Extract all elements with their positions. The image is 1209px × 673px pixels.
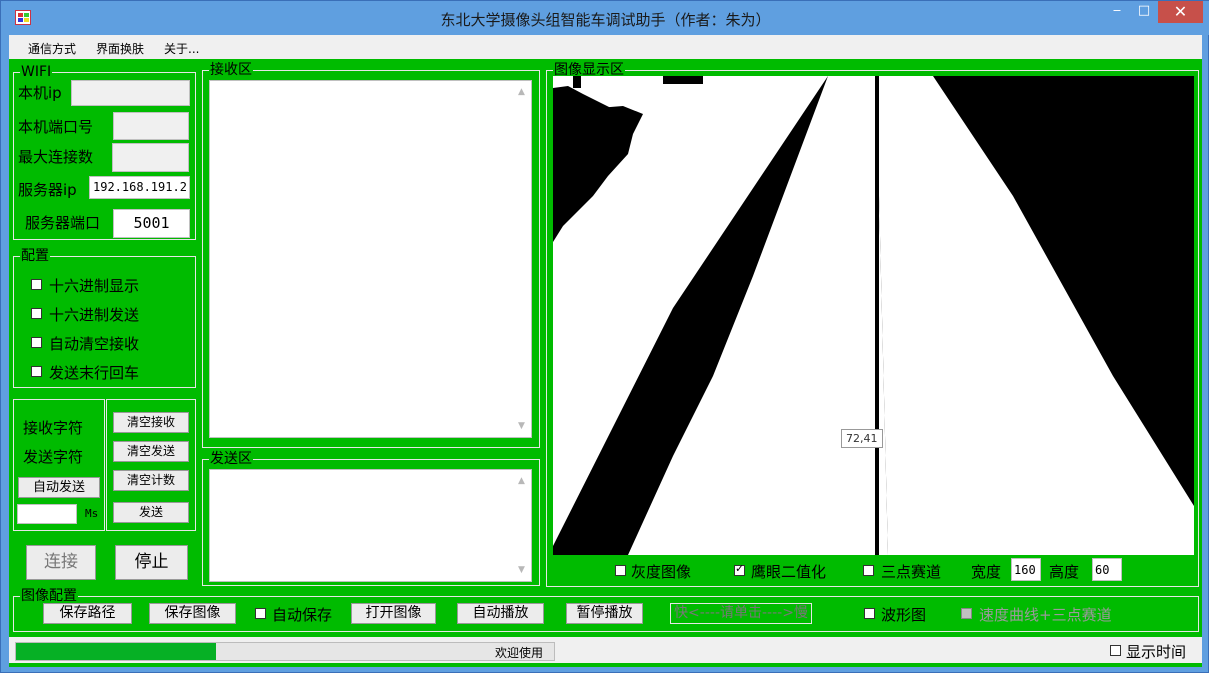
client-area: 通信方式 界面换肤 关于... WIFI 本机ip 本机端口号 最大连接数 服务… [9, 35, 1202, 667]
image-config-title: 图像配置 [20, 588, 78, 604]
connect-button[interactable]: 连接 [26, 545, 96, 580]
eagle-binarize-label: 鹰眼二值化 [751, 563, 827, 581]
stop-button[interactable]: 停止 [115, 545, 188, 580]
speed-control-button[interactable]: 快<----请单击---->慢 [670, 603, 812, 624]
scroll-down-arrow-icon[interactable]: ▼ [518, 565, 525, 575]
local-port-label: 本机端口号 [18, 118, 94, 136]
show-time-label: 显示时间 [1126, 643, 1187, 661]
clear-count-button[interactable]: 清空计数 [113, 470, 189, 491]
width-label: 宽度 [971, 563, 1002, 581]
status-bar: 欢迎使用 显示时间 [9, 637, 1202, 663]
server-port-input[interactable]: 5001 [113, 209, 190, 238]
title-bar[interactable]: 东北大学摄像头组智能车调试助手（作者：朱为） ‒ □ ✕ [1, 1, 1209, 35]
auto-play-button[interactable]: 自动播放 [457, 603, 544, 624]
config-group-title: 配置 [20, 248, 50, 264]
three-point-track-checkbox[interactable] [863, 565, 874, 576]
width-input[interactable]: 160 [1011, 558, 1041, 581]
track-image-svg [553, 76, 1194, 555]
height-label: 高度 [1049, 563, 1080, 581]
send-scrollbar[interactable]: ▲ ▼ [514, 470, 531, 581]
save-image-button[interactable]: 保存图像 [149, 603, 236, 624]
auto-save-checkbox[interactable] [255, 608, 266, 619]
scroll-up-arrow-icon[interactable]: ▲ [518, 87, 525, 97]
image-display-title: 图像显示区 [553, 62, 625, 78]
counter-buttons-group: 清空接收 清空发送 清空计数 发送 [106, 399, 196, 531]
main-window: 东北大学摄像头组智能车调试助手（作者：朱为） ‒ □ ✕ 通信方式 界面换肤 关… [0, 0, 1209, 673]
hex-send-checkbox[interactable] [31, 308, 42, 319]
send-button[interactable]: 发送 [113, 502, 189, 523]
send-group: 发送区 ▲ ▼ [202, 452, 540, 586]
interval-unit: Ms [85, 507, 99, 520]
cursor-coordinate-tooltip: 72,41 [841, 429, 883, 448]
send-cr-checkbox[interactable] [31, 366, 42, 377]
wifi-group: WIFI 本机ip 本机端口号 最大连接数 服务器ip 192.168.191.… [13, 65, 196, 240]
recv-count-label: 接收字符 [23, 419, 84, 437]
auto-send-button[interactable]: 自动发送 [18, 477, 100, 498]
speed-curve-label: 速度曲线+三点赛道 [979, 606, 1112, 624]
server-ip-input[interactable]: 192.168.191.2 [89, 176, 190, 199]
image-config-group: 图像配置 保存路径 保存图像 自动保存 打开图像 自动播放 暂停播放 快<---… [13, 589, 1199, 632]
hex-display-label: 十六进制显示 [49, 277, 140, 295]
progress-bar [16, 643, 216, 660]
send-group-title: 发送区 [209, 451, 253, 467]
auto-save-label: 自动保存 [272, 606, 333, 624]
config-group: 配置 十六进制显示 十六进制发送 自动清空接收 发送末行回车 [13, 249, 196, 388]
eagle-binarize-checkbox[interactable] [734, 562, 745, 576]
menu-communication[interactable]: 通信方式 [28, 40, 76, 57]
window-title: 东北大学摄像头组智能车调试助手（作者：朱为） [440, 11, 771, 29]
menu-about[interactable]: 关于... [164, 40, 199, 57]
send-cr-label: 发送末行回车 [49, 364, 140, 382]
send-count-label: 发送字符 [23, 448, 84, 466]
server-ip-label: 服务器ip [18, 181, 77, 199]
waveform-label: 波形图 [881, 606, 927, 624]
receive-textarea[interactable]: ▲ ▼ [209, 80, 532, 438]
clear-recv-button[interactable]: 清空接收 [113, 412, 189, 433]
menu-skin[interactable]: 界面换肤 [96, 40, 144, 57]
gray-image-checkbox[interactable] [615, 565, 626, 576]
counter-group: 接收字符 发送字符 自动发送 Ms [13, 399, 105, 531]
hex-display-checkbox[interactable] [31, 279, 42, 290]
local-ip-input[interactable] [71, 80, 190, 106]
waveform-checkbox[interactable] [864, 608, 875, 619]
max-conn-input[interactable] [112, 143, 189, 172]
server-port-label: 服务器端口 [25, 214, 101, 232]
receive-group: 接收区 ▲ ▼ [202, 63, 540, 448]
open-image-button[interactable]: 打开图像 [351, 603, 436, 624]
local-port-input[interactable] [113, 112, 189, 140]
auto-clear-checkbox[interactable] [31, 337, 42, 348]
minimize-button[interactable]: ‒ [1104, 1, 1130, 23]
three-point-track-label: 三点赛道 [881, 563, 942, 581]
pause-play-button[interactable]: 暂停播放 [566, 603, 643, 624]
menu-bar: 通信方式 界面换肤 关于... [9, 35, 1202, 59]
scroll-down-arrow-icon[interactable]: ▼ [518, 421, 525, 431]
maximize-button[interactable]: □ [1131, 1, 1157, 23]
auto-clear-label: 自动清空接收 [49, 335, 140, 353]
status-text: 欢迎使用 [495, 646, 544, 660]
gray-image-label: 灰度图像 [631, 563, 692, 581]
binarized-track-image[interactable] [553, 76, 1194, 555]
wifi-group-title: WIFI [20, 64, 53, 80]
speed-curve-checkbox[interactable] [961, 608, 972, 619]
receive-group-title: 接收区 [209, 62, 253, 78]
save-path-button[interactable]: 保存路径 [43, 603, 132, 624]
receive-scrollbar[interactable]: ▲ ▼ [514, 81, 531, 437]
track-center-line [875, 76, 879, 555]
local-ip-label: 本机ip [18, 84, 62, 102]
scroll-up-arrow-icon[interactable]: ▲ [518, 476, 525, 486]
send-textarea[interactable]: ▲ ▼ [209, 469, 532, 582]
show-time-checkbox[interactable] [1110, 645, 1121, 656]
close-button[interactable]: ✕ [1158, 1, 1203, 23]
interval-input[interactable] [17, 504, 77, 524]
max-conn-label: 最大连接数 [18, 148, 94, 166]
hex-send-label: 十六进制发送 [49, 306, 140, 324]
height-input[interactable]: 60 [1092, 558, 1122, 581]
clear-send-button[interactable]: 清空发送 [113, 441, 189, 462]
